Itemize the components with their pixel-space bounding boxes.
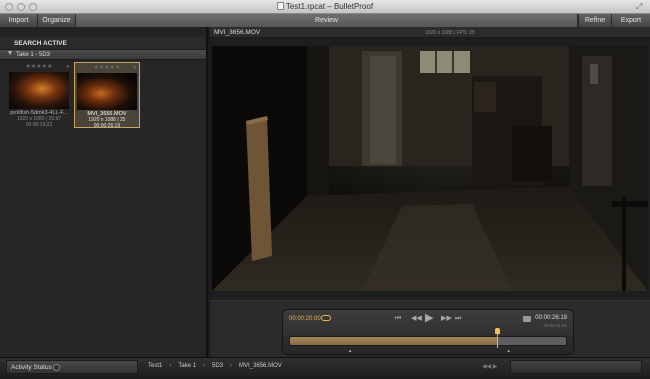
viewer-header: MVI_3656.MOV 1920 x 1088 | FPS: 25 <box>210 27 650 38</box>
clip-thumbnail-selected[interactable]: ★★★★★ ▾ MVI_3656.MOV 1920 x 1088 | 25 00… <box>74 62 140 129</box>
window-title: Test1.rpcat – BulletProof <box>0 2 650 11</box>
playhead-handle[interactable] <box>495 328 500 334</box>
viewer-clip-meta: 1920 x 1088 | FPS: 25 <box>425 30 475 36</box>
breadcrumb-item[interactable]: Take 1 <box>178 363 196 369</box>
skip-to-end-icon[interactable]: ⏭ <box>455 315 461 323</box>
transport-controls: 00:00:20:00 ⏮ ◀◀ ▶ ▶▶ ⏭ 00:00:26:19 00:0… <box>282 309 574 355</box>
breadcrumb-item[interactable]: MVI_3656.MOV <box>239 363 282 369</box>
current-timecode: 00:00:20:00 <box>289 316 321 322</box>
activity-status-label: Activity Status <box>11 364 52 371</box>
video-still-image <box>212 46 648 291</box>
navigation-arrows-icon[interactable]: ◀◀ ▶ <box>482 363 498 370</box>
thumbnail-menu-icon[interactable]: ▾ <box>133 65 136 71</box>
library-panel: SEARCH ACTIVE Take 1 - 5D3 ★★★★★ ▾ proli… <box>0 27 208 357</box>
status-field <box>510 360 642 374</box>
video-frame[interactable] <box>212 46 648 291</box>
breadcrumb: Test1 › Take 1 › 5D3 › MVI_3656.MOV <box>148 363 282 369</box>
chevron-right-icon: › <box>203 363 206 369</box>
secondary-timecode: 00:00:11:06 <box>543 323 567 328</box>
step-back-icon[interactable]: ◀◀ <box>411 315 422 323</box>
clip-preview-image <box>77 73 137 110</box>
transport-area: 00:00:20:00 ⏮ ◀◀ ▶ ▶▶ ⏭ 00:00:26:19 00:0… <box>210 300 650 357</box>
clip-preview-image <box>9 72 69 109</box>
thumbnail-menu-icon[interactable]: ▾ <box>66 64 69 70</box>
chevron-right-icon: › <box>230 363 233 369</box>
export-button[interactable]: Export <box>612 14 650 27</box>
play-icon[interactable]: ▶ <box>425 313 433 324</box>
group-label: Take 1 - 5D3 <box>16 52 51 58</box>
document-icon <box>276 2 284 10</box>
loop-icon[interactable] <box>321 315 331 321</box>
timeline-scrubber[interactable] <box>289 336 567 346</box>
organize-button[interactable]: Organize <box>38 14 76 27</box>
camera-icon[interactable] <box>523 316 531 322</box>
status-bar: Activity Status Test1 › Take 1 › 5D3 › MVI_365… <box>0 357 650 379</box>
main-toolbar: Import Organize Review Refine Export <box>0 14 650 27</box>
clip-duration: 00:00:26:19 <box>93 123 121 129</box>
video-viewer <box>210 38 650 300</box>
activity-indicator-icon <box>53 364 60 371</box>
total-timecode: 00:00:26:19 <box>535 315 567 321</box>
activity-status-button[interactable]: Activity Status <box>6 360 138 374</box>
chevron-right-icon: › <box>169 363 172 369</box>
refine-button[interactable]: Refine <box>578 14 612 27</box>
window-titlebar: Test1.rpcat – BulletProof ⤢ <box>0 0 650 14</box>
import-button[interactable]: Import <box>0 14 38 27</box>
step-forward-icon[interactable]: ▶▶ <box>441 315 452 323</box>
group-header[interactable]: Take 1 - 5D3 <box>0 50 206 60</box>
rating-stars[interactable]: ★★★★★ <box>77 65 137 72</box>
skip-to-start-icon[interactable]: ⏮ <box>395 315 401 323</box>
review-tab[interactable]: Review <box>76 14 578 27</box>
disclosure-triangle-icon[interactable] <box>8 51 12 55</box>
breadcrumb-item[interactable]: 5D3 <box>212 363 223 369</box>
library-top-bar <box>0 27 206 37</box>
clip-duration: 00:00:19;23 <box>25 122 53 128</box>
rating-stars[interactable]: ★★★★★ <box>8 64 70 71</box>
out-point-marker[interactable]: ▲ <box>507 348 511 353</box>
clip-thumbnail[interactable]: ★★★★★ ▾ prolifish-5dmk3-4LL-F... 1920 x … <box>6 62 72 128</box>
breadcrumb-item[interactable]: Test1 <box>148 363 162 369</box>
fullscreen-icon[interactable]: ⤢ <box>636 3 644 11</box>
search-status: SEARCH ACTIVE <box>0 37 206 50</box>
playhead[interactable] <box>497 332 498 348</box>
in-point-marker[interactable]: ▲ <box>348 348 352 353</box>
timeline-progress <box>290 337 497 345</box>
